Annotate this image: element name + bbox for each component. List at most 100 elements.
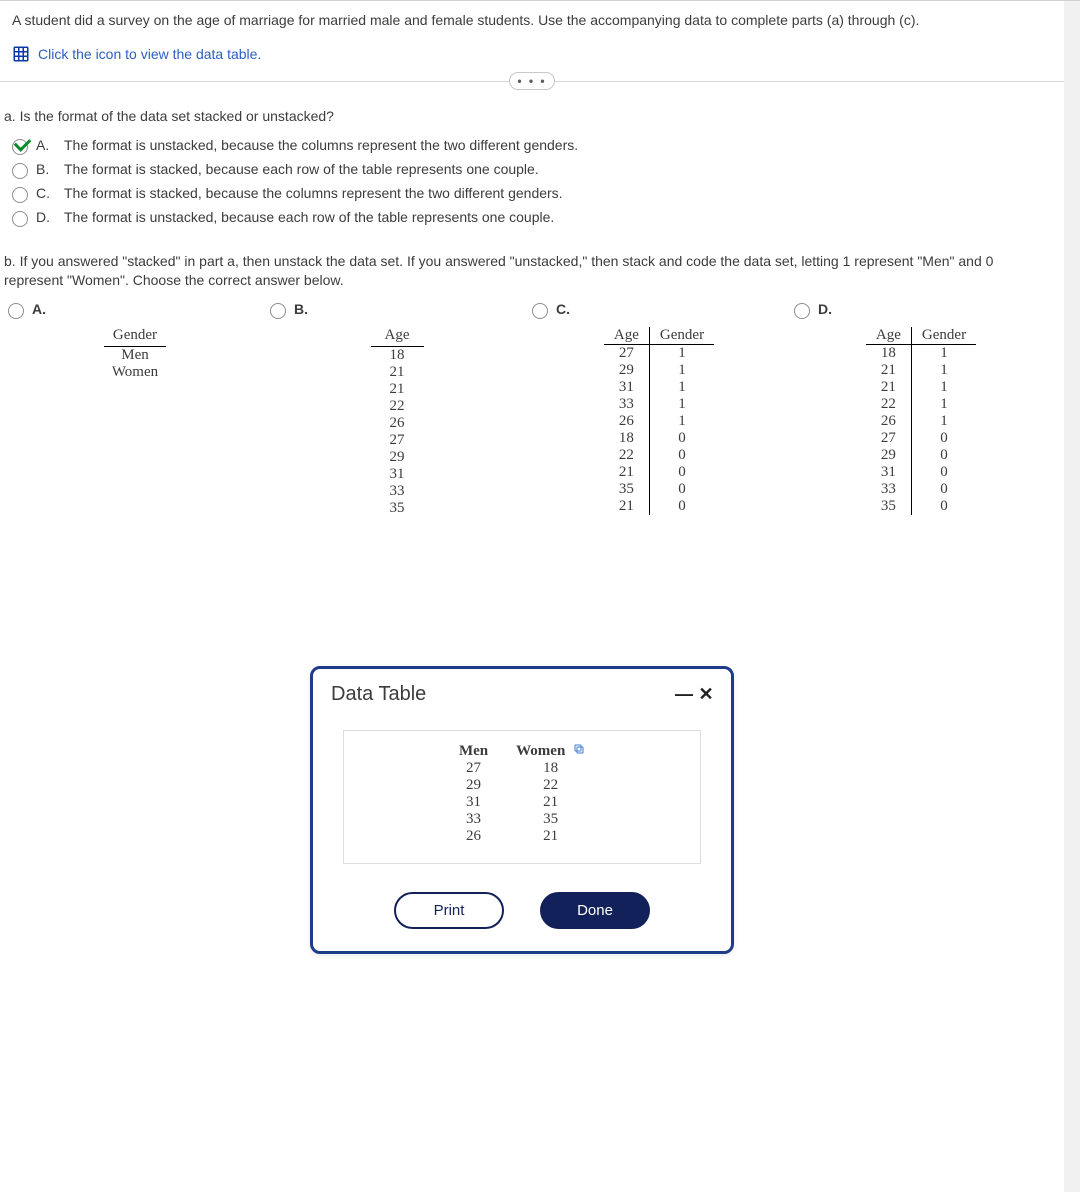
table-cell: 26 [866,413,912,430]
table-cell: 21 [604,464,650,481]
option-d-h1: Age [866,327,912,345]
table-row: 261 [604,413,714,430]
table-cell: 33 [604,396,650,413]
partb-radio-a[interactable] [8,303,24,319]
print-button[interactable]: Print [394,892,504,929]
table-cell: 35 [371,500,424,517]
data-table-modal: Data Table — ✕ Men Women [310,666,734,954]
option-d-table: Age Gender 18121121122126127029031033035… [866,327,976,517]
table-row: 3335 [445,811,599,828]
table-cell: 0 [649,447,714,464]
partb-label-b: B. [294,301,308,317]
table-cell: 18 [371,347,424,364]
table-cell: 0 [911,481,976,498]
table-cell: 31 [371,466,424,483]
table-row: 331 [604,396,714,413]
table-row: 210 [604,498,714,515]
table-cell: Men [104,347,166,364]
done-button[interactable]: Done [540,892,650,929]
mc-letter: B. [36,161,56,177]
table-cell: 18 [502,760,599,777]
table-row: 291 [604,362,714,379]
parta-radio-a[interactable] [12,139,28,155]
table-row: 180 [604,430,714,447]
partb-label-a: A. [32,301,46,317]
parta-radio-c[interactable] [12,187,28,203]
parta-radio-b[interactable] [12,163,28,179]
table-cell: 0 [649,430,714,447]
mc-letter: A. [36,137,56,153]
table-cell: 0 [911,464,976,481]
table-cell: 35 [604,481,650,498]
option-d-h2: Gender [911,327,976,345]
option-c-h1: Age [604,327,650,345]
mc-letter: D. [36,209,56,225]
mc-letter: C. [36,185,56,201]
table-row: 290 [866,447,976,464]
option-b-header: Age [371,327,424,347]
table-cell: 18 [604,430,650,447]
table-row: 350 [604,481,714,498]
table-cell: 35 [502,811,599,828]
scrollbar[interactable] [1064,1,1080,1192]
option-c-table: Age Gender 27129131133126118022021035021… [604,327,714,517]
partb-radio-b[interactable] [270,303,286,319]
table-cell: 0 [911,447,976,464]
table-cell: 22 [866,396,912,413]
table-cell: 21 [866,379,912,396]
partb-radio-d[interactable] [794,303,810,319]
parta-question: a. Is the format of the data set stacked… [4,108,1052,134]
table-cell: 1 [911,379,976,396]
intro-text: A student did a survey on the age of mar… [0,1,1064,37]
copy-icon[interactable] [573,743,585,760]
table-row: 220 [604,447,714,464]
table-row: 211 [866,362,976,379]
modal-data-table: Men Women 27182922312133352621 [445,743,599,845]
partb-question: b. If you answered "stacked" in part a, … [0,240,1064,293]
table-row: 2718 [445,760,599,777]
partb-radio-c[interactable] [532,303,548,319]
mc-text: The format is stacked, because each row … [64,161,1048,177]
table-cell: 1 [911,396,976,413]
table-cell: 22 [371,398,424,415]
table-cell: 1 [649,396,714,413]
mc-text: The format is unstacked, because the col… [64,137,1048,153]
modal-h2: Women [516,743,565,759]
table-row: 310 [866,464,976,481]
table-cell: 0 [649,498,714,515]
minimize-button[interactable]: — [673,684,695,705]
option-a-table: Gender MenWomen [104,327,166,517]
partb-label-d: D. [818,301,832,317]
expand-dots-button[interactable]: • • • [509,72,555,90]
table-cell: 0 [911,498,976,515]
table-icon[interactable] [12,45,30,63]
close-button[interactable]: ✕ [695,684,717,705]
table-cell: 21 [866,362,912,379]
table-cell: 33 [371,483,424,500]
partb-label-c: C. [556,301,570,317]
table-cell: 1 [911,362,976,379]
table-row: 270 [866,430,976,447]
table-cell: 27 [371,432,424,449]
table-cell: 29 [866,447,912,464]
table-cell: 29 [371,449,424,466]
table-row: 261 [866,413,976,430]
table-cell: 31 [604,379,650,396]
table-cell: 1 [649,379,714,396]
mc-text: The format is stacked, because the colum… [64,185,1048,201]
table-row: 210 [604,464,714,481]
table-cell: 22 [604,447,650,464]
table-cell: 18 [866,344,912,362]
table-cell: Women [104,364,166,381]
table-row: 2922 [445,777,599,794]
view-data-table-link[interactable]: Click the icon to view the data table. [38,46,261,62]
table-cell: 27 [445,760,502,777]
parta-radio-d[interactable] [12,211,28,227]
table-row: 311 [604,379,714,396]
table-cell: 29 [604,362,650,379]
table-row: 3121 [445,794,599,811]
table-cell: 27 [604,344,650,362]
table-cell: 21 [502,828,599,845]
table-row: 271 [604,344,714,362]
table-cell: 27 [866,430,912,447]
